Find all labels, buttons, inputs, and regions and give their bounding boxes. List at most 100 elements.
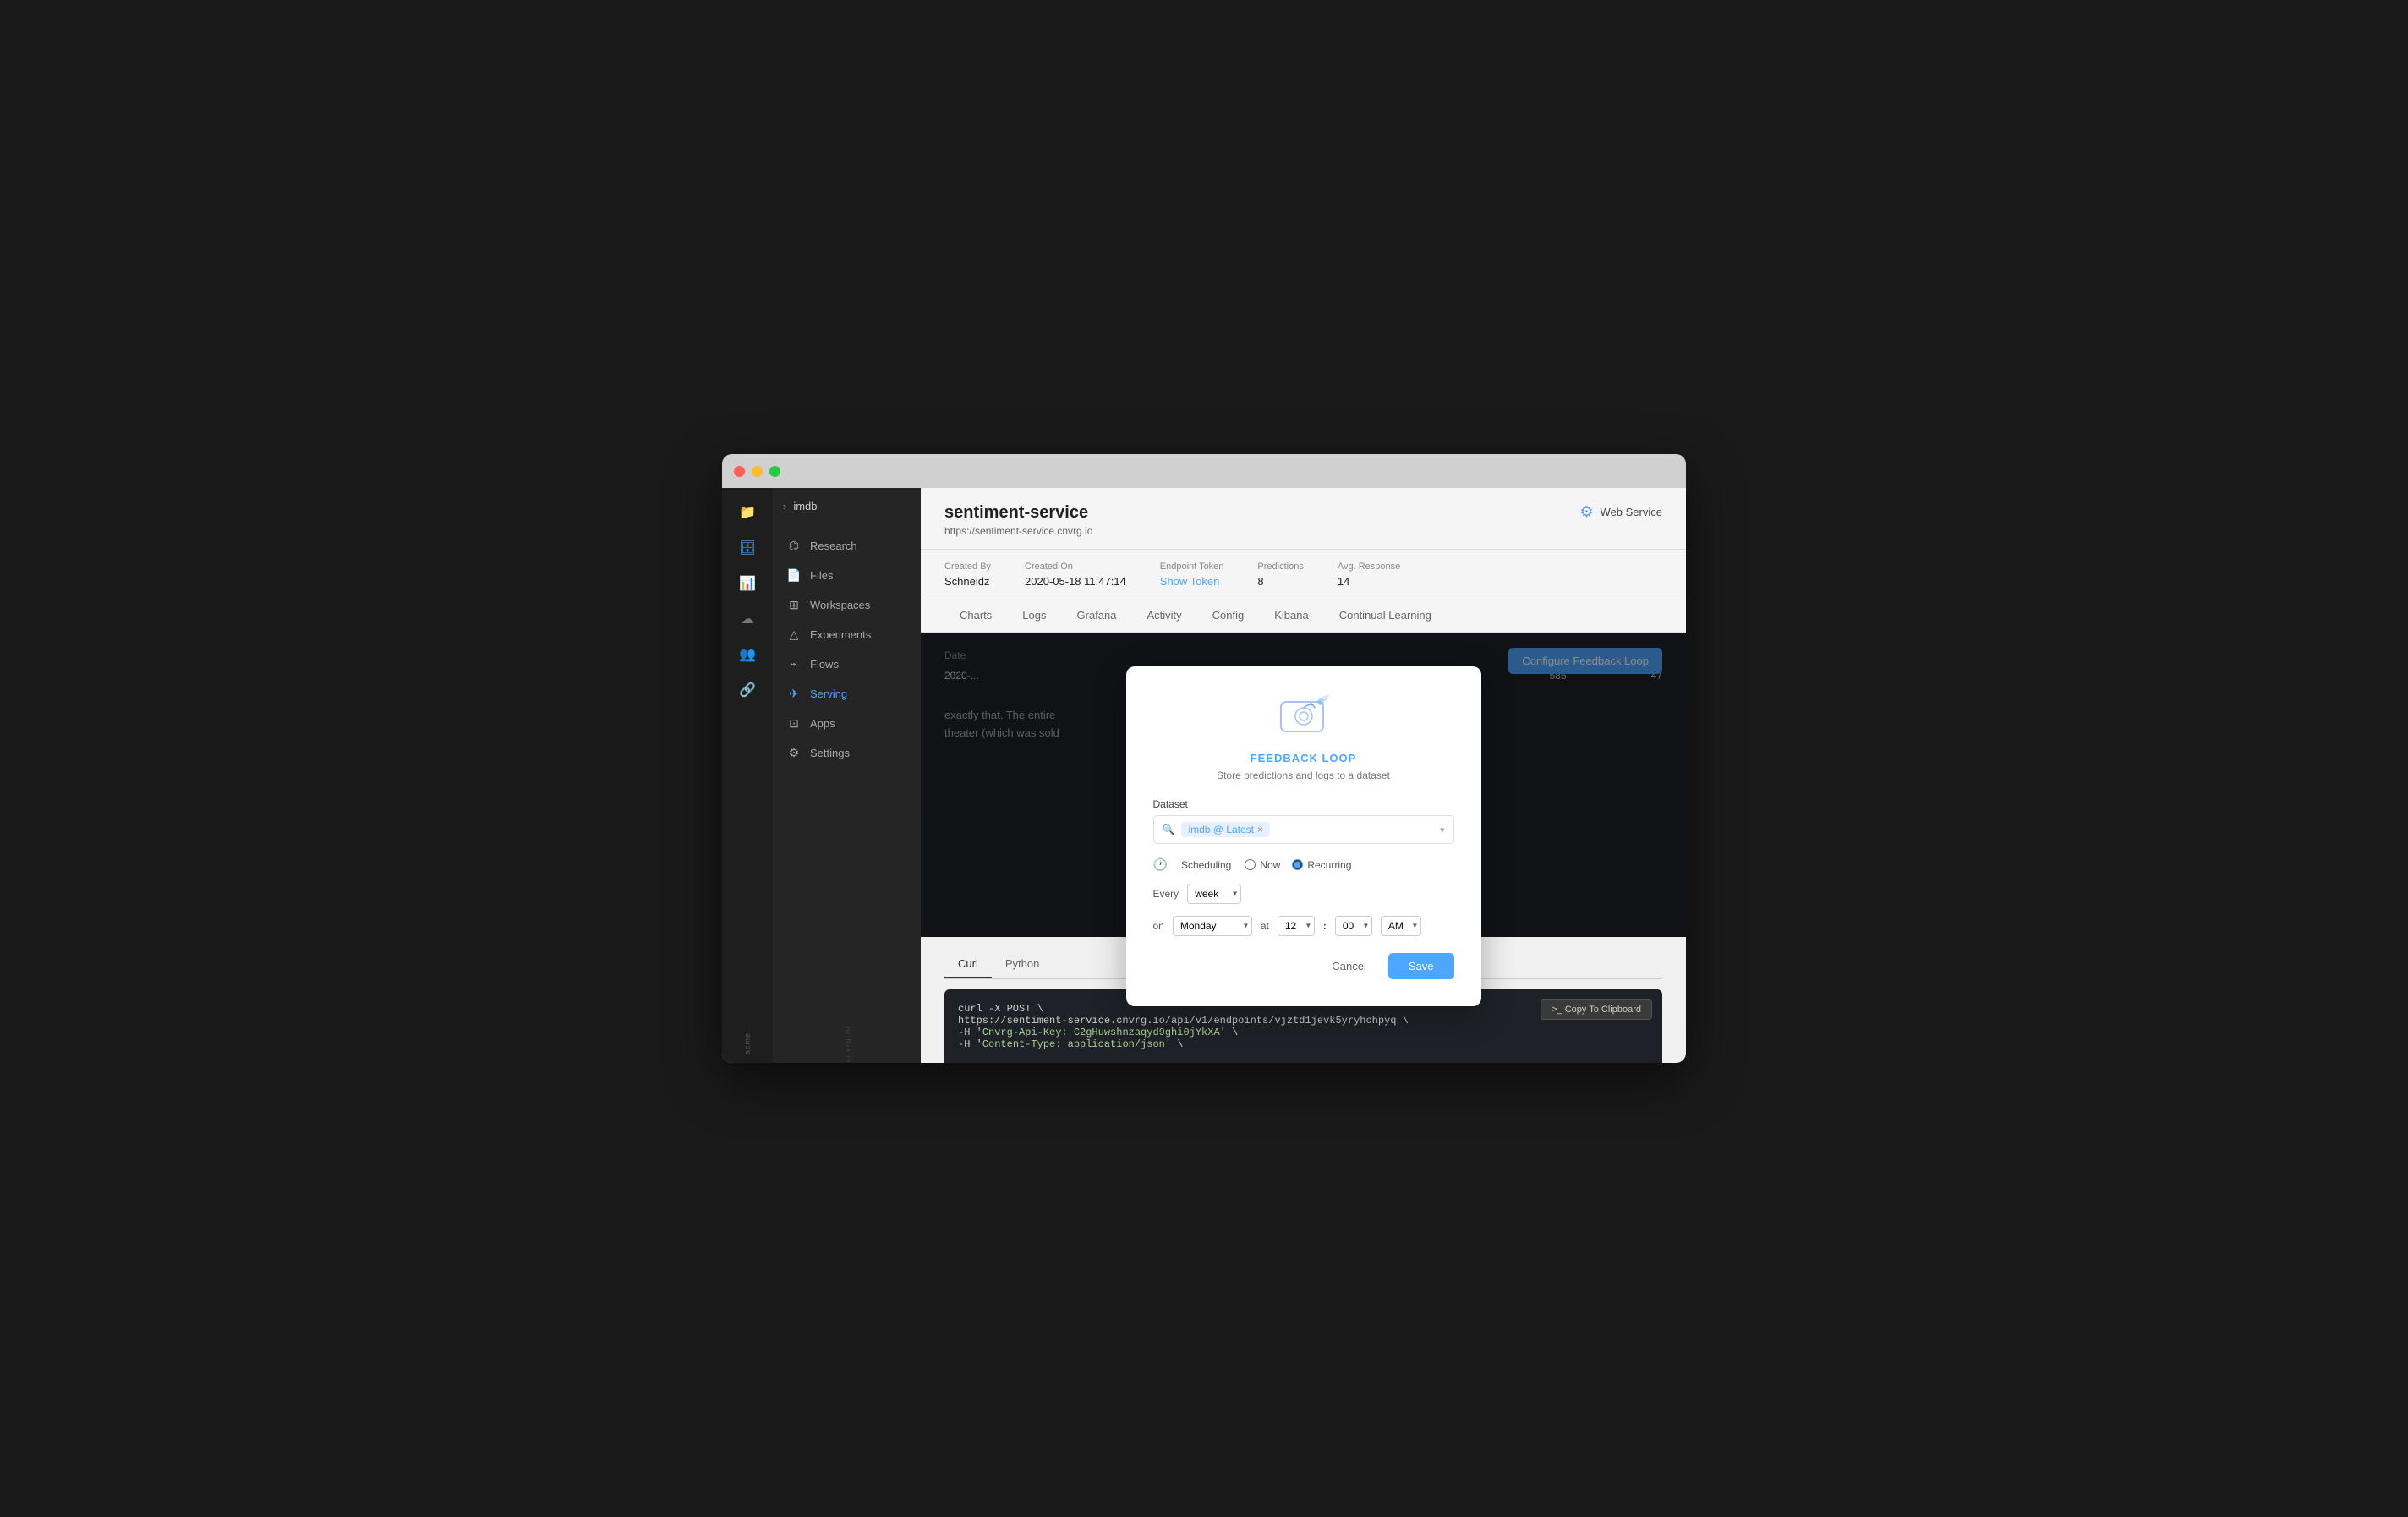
meta-predictions: Predictions 8 [1257,561,1303,588]
radio-now-label[interactable]: Now [1245,859,1280,871]
modal-icon-area [1153,693,1454,740]
sidebar-item-research[interactable]: ⌬ Research [773,531,921,561]
meta-row: Created By Schneidz Created On 2020-05-1… [921,550,1686,600]
sidebar-item-files[interactable]: 📄 Files [773,561,921,590]
sidebar-item-apps[interactable]: ⊡ Apps [773,709,921,738]
sidebar-item-label-apps: Apps [810,717,835,730]
flows-icon: ⌁ [786,657,802,671]
rail-icon-users[interactable]: 👥 [731,638,763,671]
modal-actions: Cancel Save [1153,953,1454,979]
tab-config[interactable]: Config [1197,600,1260,632]
ampm-select-wrap: AM PM [1381,916,1421,936]
acme-label: acme [743,1026,752,1054]
nav-sidebar: › imdb ⌬ Research 📄 Files ⊞ Workspaces △ [773,488,921,1063]
dataset-select[interactable]: 🔍 imdb @ Latest × ▾ [1153,815,1454,844]
experiments-icon: △ [786,627,802,642]
radio-recurring-label[interactable]: Recurring [1292,859,1351,871]
code-tab-curl[interactable]: Curl [944,950,992,978]
meta-predictions-label: Predictions [1257,561,1303,572]
tab-logs[interactable]: Logs [1007,600,1061,632]
tab-activity[interactable]: Activity [1131,600,1196,632]
meta-created-by-label: Created By [944,561,991,572]
settings-icon: ⚙ [786,746,802,760]
sidebar-item-label-workspaces: Workspaces [810,599,870,611]
meta-endpoint-token: Endpoint Token Show Token [1160,561,1224,588]
tab-grafana[interactable]: Grafana [1062,600,1132,632]
radio-now[interactable] [1245,859,1256,870]
every-select[interactable]: week day month [1187,884,1241,904]
sidebar-item-workspaces[interactable]: ⊞ Workspaces [773,590,921,620]
rail-icon-charts[interactable]: 📊 [731,567,763,600]
tab-continual-learning[interactable]: Continual Learning [1324,600,1447,632]
at-label: at [1261,920,1269,932]
sidebar-item-experiments[interactable]: △ Experiments [773,620,921,649]
ampm-select[interactable]: AM PM [1381,916,1421,936]
code-line1: curl -X POST \ [958,1003,1043,1015]
radio-recurring-text: Recurring [1307,859,1351,871]
copy-icon: >_ [1552,1005,1562,1015]
sidebar-item-settings[interactable]: ⚙ Settings [773,738,921,768]
feedback-loop-modal: FEEDBACK LOOP Store predictions and logs… [1126,666,1481,1006]
rail-icon-cloud[interactable]: ☁ [731,603,763,635]
meta-avg-response-label: Avg. Response [1338,561,1400,572]
every-label: Every [1153,888,1179,900]
chevron-down-icon: ▾ [1440,824,1445,835]
radio-recurring[interactable] [1292,859,1303,870]
apps-icon: ⊡ [786,716,802,731]
service-url: https://sentiment-service.cnvrg.io [944,525,1092,537]
code-tab-python[interactable]: Python [992,950,1053,978]
hour-select[interactable]: 12 123 456 789 1011 [1278,916,1315,936]
minute-select-wrap: 00 153045 [1335,916,1372,936]
radio-now-text: Now [1260,859,1280,871]
every-row: Every week day month [1153,884,1454,904]
workspace-name: imdb [793,500,817,512]
left-sidebar: 📁 🗄 📊 ☁ 👥 🔗 acme [722,488,773,1063]
maximize-button[interactable] [769,466,780,477]
dataset-value: imdb @ Latest [1188,824,1254,835]
save-button[interactable]: Save [1388,953,1454,979]
hour-select-wrap: 12 123 456 789 1011 [1278,916,1315,936]
meta-avg-response: Avg. Response 14 [1338,561,1400,588]
meta-predictions-value: 8 [1257,575,1303,588]
rail-icon-link[interactable]: 🔗 [731,674,763,706]
sidebar-item-label-research: Research [810,539,857,552]
sidebar-item-serving[interactable]: ✈ Serving [773,679,921,709]
minute-select[interactable]: 00 153045 [1335,916,1372,936]
sidebar-arrow[interactable]: › [783,500,786,512]
window-body: 📁 🗄 📊 ☁ 👥 🔗 acme › imdb ⌬ Research 📄 [722,488,1686,1063]
workspace-header: › imdb [773,488,921,524]
code-line4-prefix: -H ' [958,1038,982,1050]
code-line3-prefix: -H ' [958,1027,982,1038]
sidebar-item-label-settings: Settings [810,747,850,759]
sidebar-item-label-experiments: Experiments [810,628,871,641]
copy-to-clipboard-button[interactable]: >_ Copy To Clipboard [1541,999,1652,1020]
meta-avg-response-value: 14 [1338,575,1400,588]
workspaces-icon: ⊞ [786,598,802,612]
code-line3-suffix: ' \ [1220,1027,1239,1038]
tab-charts[interactable]: Charts [944,600,1007,632]
nav-tabs: Charts Logs Grafana Activity Config Kiba… [921,600,1686,633]
tab-kibana[interactable]: Kibana [1259,600,1323,632]
titlebar [722,454,1686,488]
scheduling-row: 🕐 Scheduling Now Recurring [1153,857,1454,872]
cancel-button[interactable]: Cancel [1318,953,1379,979]
search-icon: 🔍 [1163,824,1175,835]
service-title: sentiment-service [944,503,1092,523]
day-select[interactable]: Monday Tuesday Wednesday Thursday Friday… [1173,916,1252,936]
dataset-remove-button[interactable]: × [1257,824,1263,835]
serving-icon: ✈ [786,687,802,701]
day-select-wrap: Monday Tuesday Wednesday Thursday Friday… [1173,916,1252,936]
code-line2: https://sentiment-service.cnvrg.io/api/v… [958,1015,1409,1027]
rail-icon-files[interactable]: 📁 [731,496,763,528]
sidebar-item-label-files: Files [810,569,833,582]
research-icon: ⌬ [786,539,802,553]
show-token-link[interactable]: Show Token [1160,575,1224,588]
code-line4-suffix: ' \ [1165,1038,1184,1050]
dataset-tag: imdb @ Latest × [1181,822,1270,837]
close-button[interactable] [734,466,745,477]
sidebar-item-flows[interactable]: ⌁ Flows [773,649,921,679]
minimize-button[interactable] [752,466,763,477]
code-line3-key: Cnvrg-Api-Key: C2gHuwshnzaqyd9ghi0jYkXA [982,1027,1220,1038]
rail-icon-data[interactable]: 🗄 [731,532,763,564]
code-line4-key: Content-Type: application/json [982,1038,1165,1050]
